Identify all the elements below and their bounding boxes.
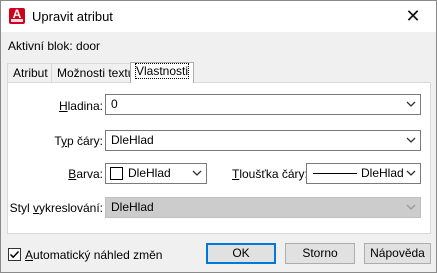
layer-value: 0: [111, 97, 118, 111]
chevron-down-icon: [406, 204, 416, 210]
tab-text-options-label: Možnosti textu: [57, 66, 135, 80]
lineweight-label: Tloušťka čáry:: [232, 167, 308, 181]
tab-text-options[interactable]: Možnosti textu: [51, 63, 141, 82]
tab-attribute[interactable]: Atribut: [7, 63, 54, 82]
lineweight-value: DleHlad: [361, 166, 404, 180]
color-dropdown[interactable]: DleHlad: [105, 163, 207, 184]
tab-properties-label: Vlastnosti: [134, 63, 190, 79]
chevron-down-icon: [192, 170, 202, 176]
linetype-dropdown[interactable]: DleHlad: [105, 130, 421, 151]
window-title: Upravit atribut: [32, 9, 113, 24]
plotstyle-value: DleHlad: [111, 200, 154, 214]
tab-attribute-label: Atribut: [13, 66, 48, 80]
app-icon-underline: [11, 19, 23, 22]
chevron-down-icon: [406, 170, 416, 176]
linetype-value: DleHlad: [111, 133, 154, 147]
chevron-down-icon: [406, 101, 416, 107]
title-bar: A Upravit atribut ✕: [1, 1, 436, 32]
help-button[interactable]: Nápověda: [364, 243, 431, 264]
layer-dropdown[interactable]: 0: [105, 94, 421, 115]
tab-properties[interactable]: Vlastnosti: [130, 62, 195, 83]
lineweight-preview-line: [313, 173, 357, 174]
lineweight-dropdown[interactable]: DleHlad: [306, 163, 421, 184]
cancel-button[interactable]: Storno: [285, 243, 355, 264]
close-button[interactable]: ✕: [390, 1, 436, 32]
auto-preview-label[interactable]: Automatický náhled změn: [25, 248, 162, 262]
checkmark-icon: [9, 250, 20, 259]
chevron-down-icon: [406, 137, 416, 143]
color-label: Barva:: [68, 167, 103, 181]
active-block-label: Aktivní blok: door: [8, 39, 101, 53]
color-value: DleHlad: [128, 166, 171, 180]
color-swatch: [110, 167, 123, 180]
app-autocad-icon: A: [9, 7, 25, 24]
plotstyle-dropdown: DleHlad: [105, 197, 421, 218]
auto-preview-checkbox[interactable]: [8, 248, 21, 261]
linetype-label: Typ čáry:: [54, 134, 103, 148]
layer-label: Hladina:: [58, 99, 103, 113]
close-icon: ✕: [405, 6, 421, 26]
properties-panel: Hladina: 0 Typ čáry: DleHlad Barva: DleH…: [7, 82, 431, 234]
plotstyle-label: Styl vykreslování:: [9, 201, 103, 215]
edit-attribute-dialog: A Upravit atribut ✕ Aktivní blok: door A…: [0, 0, 437, 273]
ok-button[interactable]: OK: [206, 243, 276, 264]
